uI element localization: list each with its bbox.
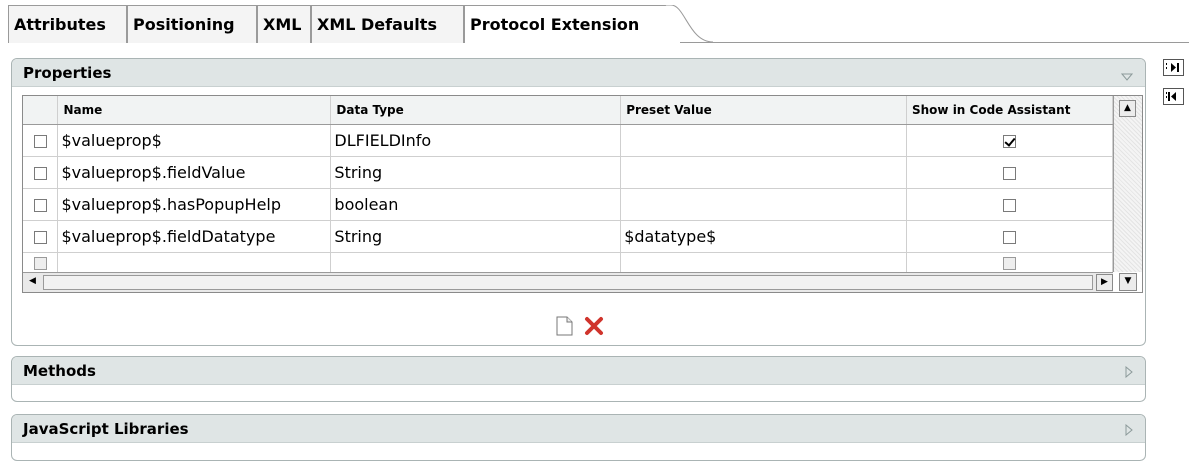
cell-preset-value[interactable] [620, 252, 907, 273]
cell-preset-value[interactable] [620, 188, 907, 221]
code-assistant-checkbox[interactable] [1003, 134, 1016, 148]
column-header-name[interactable]: Name [57, 96, 332, 125]
cell-name[interactable]: $valueprop$.fieldDatatype [57, 220, 332, 253]
properties-panel-title: Properties [23, 64, 112, 82]
cell-data-type[interactable]: String [330, 220, 622, 253]
chevron-down-icon[interactable] [1120, 67, 1134, 85]
tab-xml-defaults[interactable]: XML Defaults [311, 5, 464, 43]
chevron-right-icon[interactable] [1125, 422, 1133, 440]
code-assistant-checkbox[interactable] [1003, 166, 1016, 180]
table-header-row: Name Data Type Preset Value Show in Code… [23, 96, 1113, 125]
table-row[interactable]: $valueprop$.fieldValue String [23, 156, 1113, 189]
cell-preset-value[interactable] [620, 124, 907, 157]
chevron-right-icon[interactable] [1125, 364, 1133, 382]
tab-bar: Attributes Positioning XML XML Defaults … [0, 0, 1189, 45]
scroll-left-arrow-icon[interactable]: ◀ [24, 274, 41, 291]
javascript-libraries-panel-header[interactable]: JavaScript Libraries [12, 415, 1145, 443]
tab-curve-decoration [665, 5, 713, 43]
column-header-preset-value[interactable]: Preset Value [620, 96, 907, 125]
cell-data-type[interactable] [330, 252, 622, 273]
row-select-checkbox[interactable] [33, 166, 47, 180]
table-row[interactable]: $valueprop$.fieldDatatype String $dataty… [23, 220, 1113, 253]
properties-table: Name Data Type Preset Value Show in Code… [23, 96, 1113, 273]
cell-preset-value[interactable] [620, 156, 907, 189]
cell-data-type[interactable]: boolean [330, 188, 622, 221]
horizontal-scrollbar[interactable]: ◀ ▶ [23, 272, 1113, 292]
methods-panel-header[interactable]: Methods [12, 357, 1145, 385]
table-row[interactable]: $valueprop$.hasPopupHelp boolean [23, 188, 1113, 221]
scroll-right-arrow-icon[interactable]: ▶ [1096, 274, 1113, 291]
column-header-data-type[interactable]: Data Type [330, 96, 622, 125]
code-assistant-checkbox[interactable] [1003, 198, 1016, 212]
methods-panel-title: Methods [23, 362, 96, 380]
tab-baseline [680, 42, 1189, 43]
scroll-down-arrow-icon[interactable]: ▼ [1119, 273, 1137, 291]
javascript-libraries-panel: JavaScript Libraries [11, 414, 1146, 461]
horizontal-scroll-thumb[interactable] [43, 275, 1093, 290]
row-select-checkbox[interactable] [33, 198, 47, 212]
methods-panel: Methods [11, 356, 1146, 402]
cell-data-type[interactable]: DLFIELDInfo [330, 124, 622, 157]
tab-xml[interactable]: XML [257, 5, 311, 43]
new-document-icon[interactable] [556, 316, 573, 340]
cell-name[interactable]: $valueprop$ [57, 124, 332, 157]
tab-protocol-extension[interactable]: Protocol Extension [464, 5, 670, 43]
tab-attributes[interactable]: Attributes [8, 5, 127, 43]
table-row-new[interactable] [23, 252, 1113, 273]
cell-name[interactable] [57, 252, 332, 273]
tab-positioning[interactable]: Positioning [127, 5, 257, 43]
table-row[interactable]: $valueprop$ DLFIELDInfo [23, 124, 1113, 157]
row-select-checkbox[interactable] [33, 230, 47, 244]
properties-panel-header[interactable]: Properties [12, 59, 1145, 87]
code-assistant-checkbox[interactable] [1003, 230, 1016, 244]
select-column-header [23, 96, 59, 125]
javascript-libraries-panel-title: JavaScript Libraries [23, 420, 189, 438]
properties-grid: Name Data Type Preset Value Show in Code… [22, 95, 1143, 293]
cell-data-type[interactable]: String [330, 156, 622, 189]
cell-preset-value[interactable]: $datatype$ [620, 220, 907, 253]
code-assistant-checkbox [1003, 256, 1016, 270]
vertical-scrollbar[interactable]: ▲ [1113, 96, 1142, 272]
collapse-right-icon[interactable] [1163, 59, 1184, 76]
scroll-up-arrow-icon[interactable]: ▲ [1119, 100, 1136, 117]
delete-x-icon[interactable] [584, 316, 604, 340]
cell-name[interactable]: $valueprop$.hasPopupHelp [57, 188, 332, 221]
column-header-show-in-code-assistant[interactable]: Show in Code Assistant [906, 96, 1113, 125]
row-select-checkbox [33, 256, 47, 270]
expand-left-icon[interactable] [1163, 88, 1184, 105]
cell-name[interactable]: $valueprop$.fieldValue [57, 156, 332, 189]
row-select-checkbox[interactable] [33, 134, 47, 148]
